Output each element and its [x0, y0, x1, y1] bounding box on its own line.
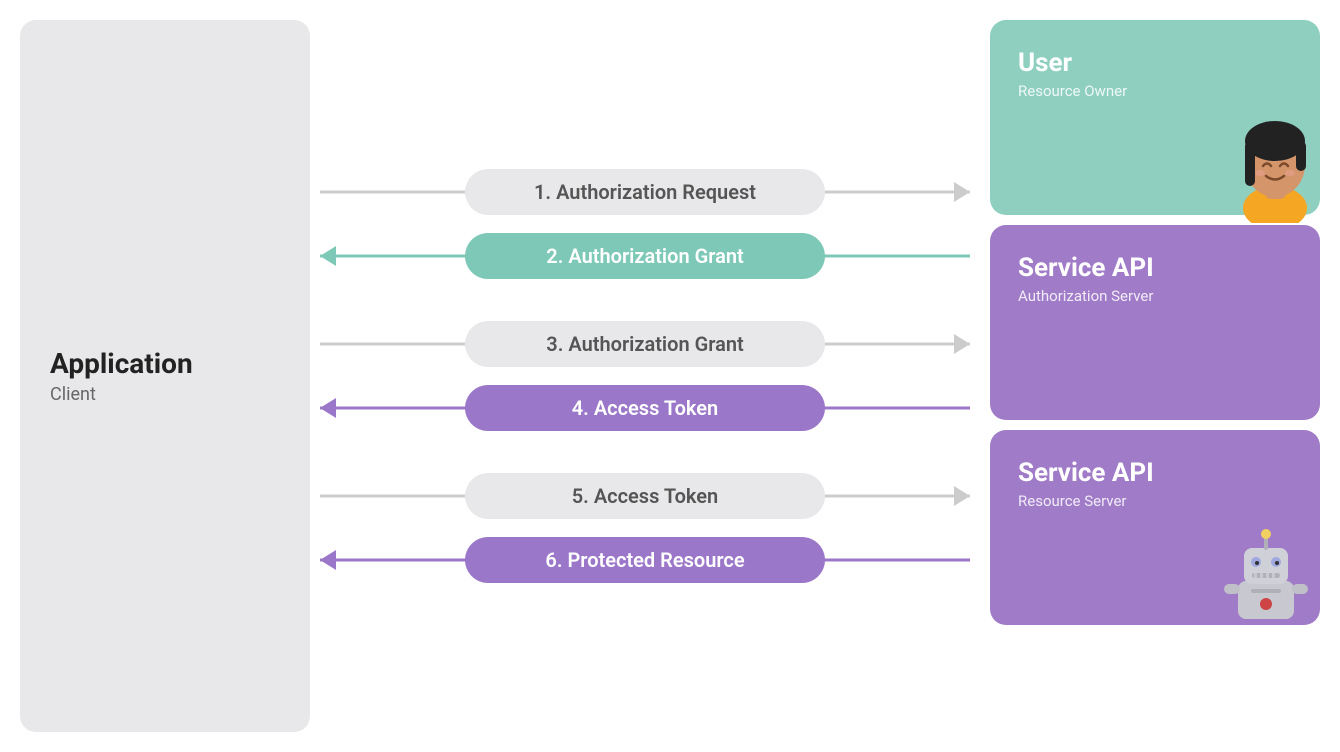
pill-3: 3. Authorization Grant: [465, 321, 825, 367]
pill-1: 1. Authorization Request: [465, 169, 825, 215]
user-subtitle: Resource Owner: [1018, 82, 1292, 100]
pill-2: 2. Authorization Grant: [465, 233, 825, 279]
pill-6: 6. Protected Resource: [465, 537, 825, 583]
diagram-container: Application Client 1. Authorization Requ…: [0, 0, 1340, 752]
user-title: User: [1018, 48, 1292, 78]
resource-server-box: Service API Resource Server: [990, 430, 1320, 625]
arrowhead-2: [320, 246, 336, 266]
arrow-group-2: 3. Authorization Grant 4. Access Token: [320, 318, 970, 434]
auth-server-subtitle: Authorization Server: [1018, 287, 1292, 305]
robot-avatar: [1216, 526, 1316, 631]
arrowhead-4: [320, 398, 336, 418]
arrow-row-4: 4. Access Token: [320, 382, 970, 434]
arrow-row-6: 6. Protected Resource: [320, 534, 970, 586]
user-avatar: [1223, 103, 1328, 223]
arrow-group-1: 1. Authorization Request 2. Authorizatio…: [320, 166, 970, 282]
auth-server-box: Service API Authorization Server: [990, 225, 1320, 420]
resource-server-title: Service API: [1018, 458, 1292, 488]
auth-server-title: Service API: [1018, 253, 1292, 283]
arrowhead-1: [954, 182, 970, 202]
arrow-row-3: 3. Authorization Grant: [320, 318, 970, 370]
arrow-group-3: 5. Access Token 6. Protected Resource: [320, 470, 970, 586]
arrow-row-5: 5. Access Token: [320, 470, 970, 522]
client-title: Application: [50, 347, 193, 380]
pill-5: 5. Access Token: [465, 473, 825, 519]
client-subtitle: Client: [50, 384, 96, 405]
arrowhead-6: [320, 550, 336, 570]
arrows-area: 1. Authorization Request 2. Authorizatio…: [310, 0, 980, 752]
arrow-row-2: 2. Authorization Grant: [320, 230, 970, 282]
user-box: User Resource Owner: [990, 20, 1320, 215]
arrow-row-1: 1. Authorization Request: [320, 166, 970, 218]
arrowhead-3: [954, 334, 970, 354]
resource-server-subtitle: Resource Server: [1018, 492, 1292, 510]
arrowhead-5: [954, 486, 970, 506]
client-panel: Application Client: [20, 20, 310, 732]
pill-4: 4. Access Token: [465, 385, 825, 431]
right-panels: User Resource Owner: [980, 0, 1340, 752]
